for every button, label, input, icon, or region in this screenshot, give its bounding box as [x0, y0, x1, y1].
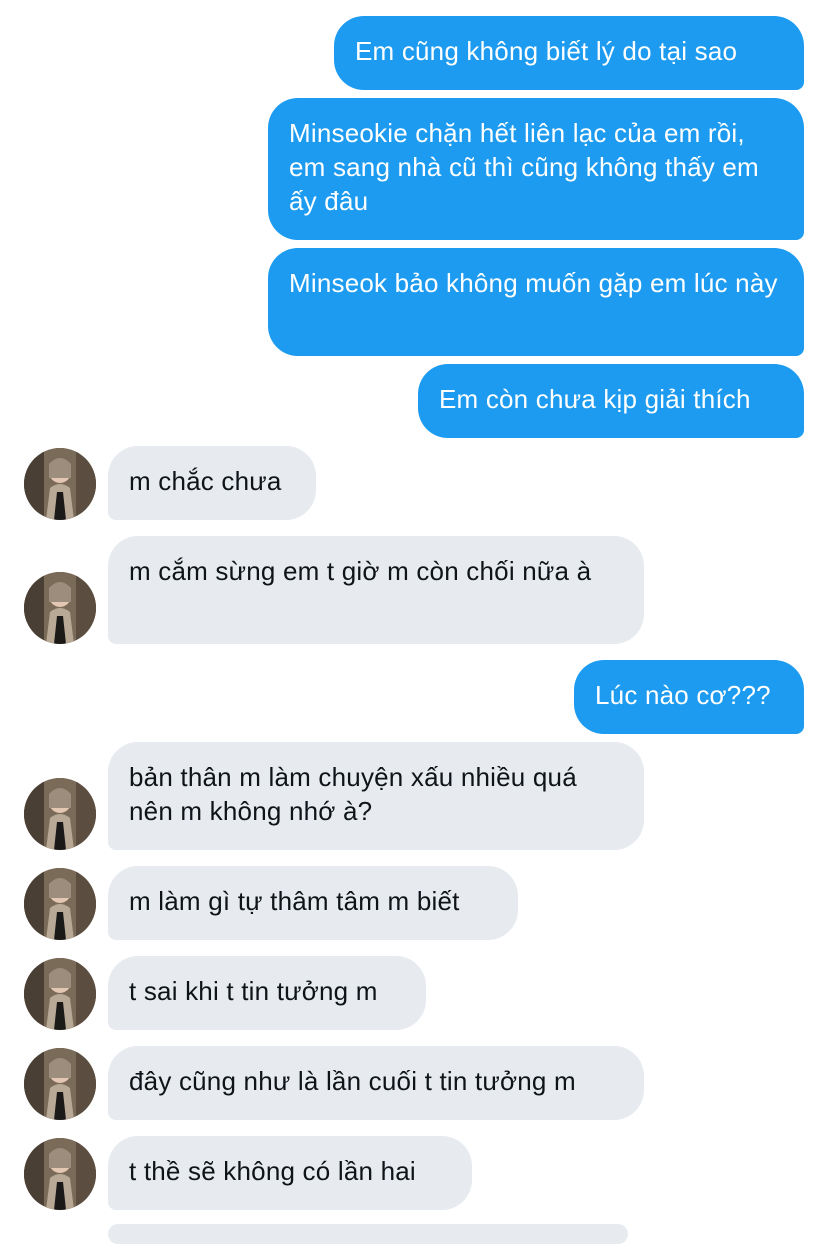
- avatar-photo-icon: [24, 572, 96, 644]
- incoming-message[interactable]: bản thân m làm chuyện xấu nhiều quá nên …: [108, 742, 644, 850]
- incoming-message[interactable]: t sai khi t tin tưởng m: [108, 956, 426, 1030]
- avatar-photo-icon: [24, 778, 96, 850]
- message-text: Minseokie chặn hết liên lạc của em rồi, …: [289, 118, 759, 216]
- incoming-message[interactable]: m chắc chưa: [108, 446, 316, 520]
- contact-avatar[interactable]: [24, 572, 96, 644]
- incoming-message[interactable]: đây cũng như là lần cuối t tin tưởng m: [108, 1046, 644, 1120]
- message-text: Em cũng không biết lý do tại sao: [355, 36, 738, 66]
- outgoing-message[interactable]: Minseokie chặn hết liên lạc của em rồi, …: [268, 98, 804, 240]
- message-text: m chắc chưa: [129, 466, 282, 496]
- outgoing-message[interactable]: Em cũng không biết lý do tại sao: [334, 16, 804, 90]
- avatar-photo-icon: [24, 868, 96, 940]
- avatar-photo-icon: [24, 1138, 96, 1210]
- incoming-message-cut-off[interactable]: [108, 1224, 628, 1244]
- avatar-photo-icon: [24, 448, 96, 520]
- message-text: t sai khi t tin tưởng m: [129, 976, 378, 1006]
- contact-avatar[interactable]: [24, 778, 96, 850]
- outgoing-message[interactable]: Em còn chưa kịp giải thích: [418, 364, 804, 438]
- contact-avatar[interactable]: [24, 1138, 96, 1210]
- message-text: Minseok bảo không muốn gặp em lúc này: [289, 268, 778, 298]
- contact-avatar[interactable]: [24, 448, 96, 520]
- message-text: Em còn chưa kịp giải thích: [439, 384, 751, 414]
- outgoing-message[interactable]: Lúc nào cơ???: [574, 660, 804, 734]
- message-text: t thề sẽ không có lần hai: [129, 1156, 416, 1186]
- message-text: đây cũng như là lần cuối t tin tưởng m: [129, 1066, 576, 1096]
- message-text: Lúc nào cơ???: [595, 680, 771, 710]
- message-text: m làm gì tự thâm tâm m biết: [129, 886, 460, 916]
- contact-avatar[interactable]: [24, 1048, 96, 1120]
- message-text: m cắm sừng em t giờ m còn chối nữa à: [129, 556, 592, 586]
- incoming-message[interactable]: m cắm sừng em t giờ m còn chối nữa à: [108, 536, 644, 644]
- contact-avatar[interactable]: [24, 958, 96, 1030]
- message-text: bản thân m làm chuyện xấu nhiều quá nên …: [129, 762, 577, 826]
- incoming-message[interactable]: m làm gì tự thâm tâm m biết: [108, 866, 518, 940]
- message-thread: Em cũng không biết lý do tại sao Minseok…: [0, 0, 828, 1244]
- contact-avatar[interactable]: [24, 868, 96, 940]
- incoming-message[interactable]: t thề sẽ không có lần hai: [108, 1136, 472, 1210]
- avatar-photo-icon: [24, 1048, 96, 1120]
- avatar-photo-icon: [24, 958, 96, 1030]
- outgoing-message[interactable]: Minseok bảo không muốn gặp em lúc này: [268, 248, 804, 356]
